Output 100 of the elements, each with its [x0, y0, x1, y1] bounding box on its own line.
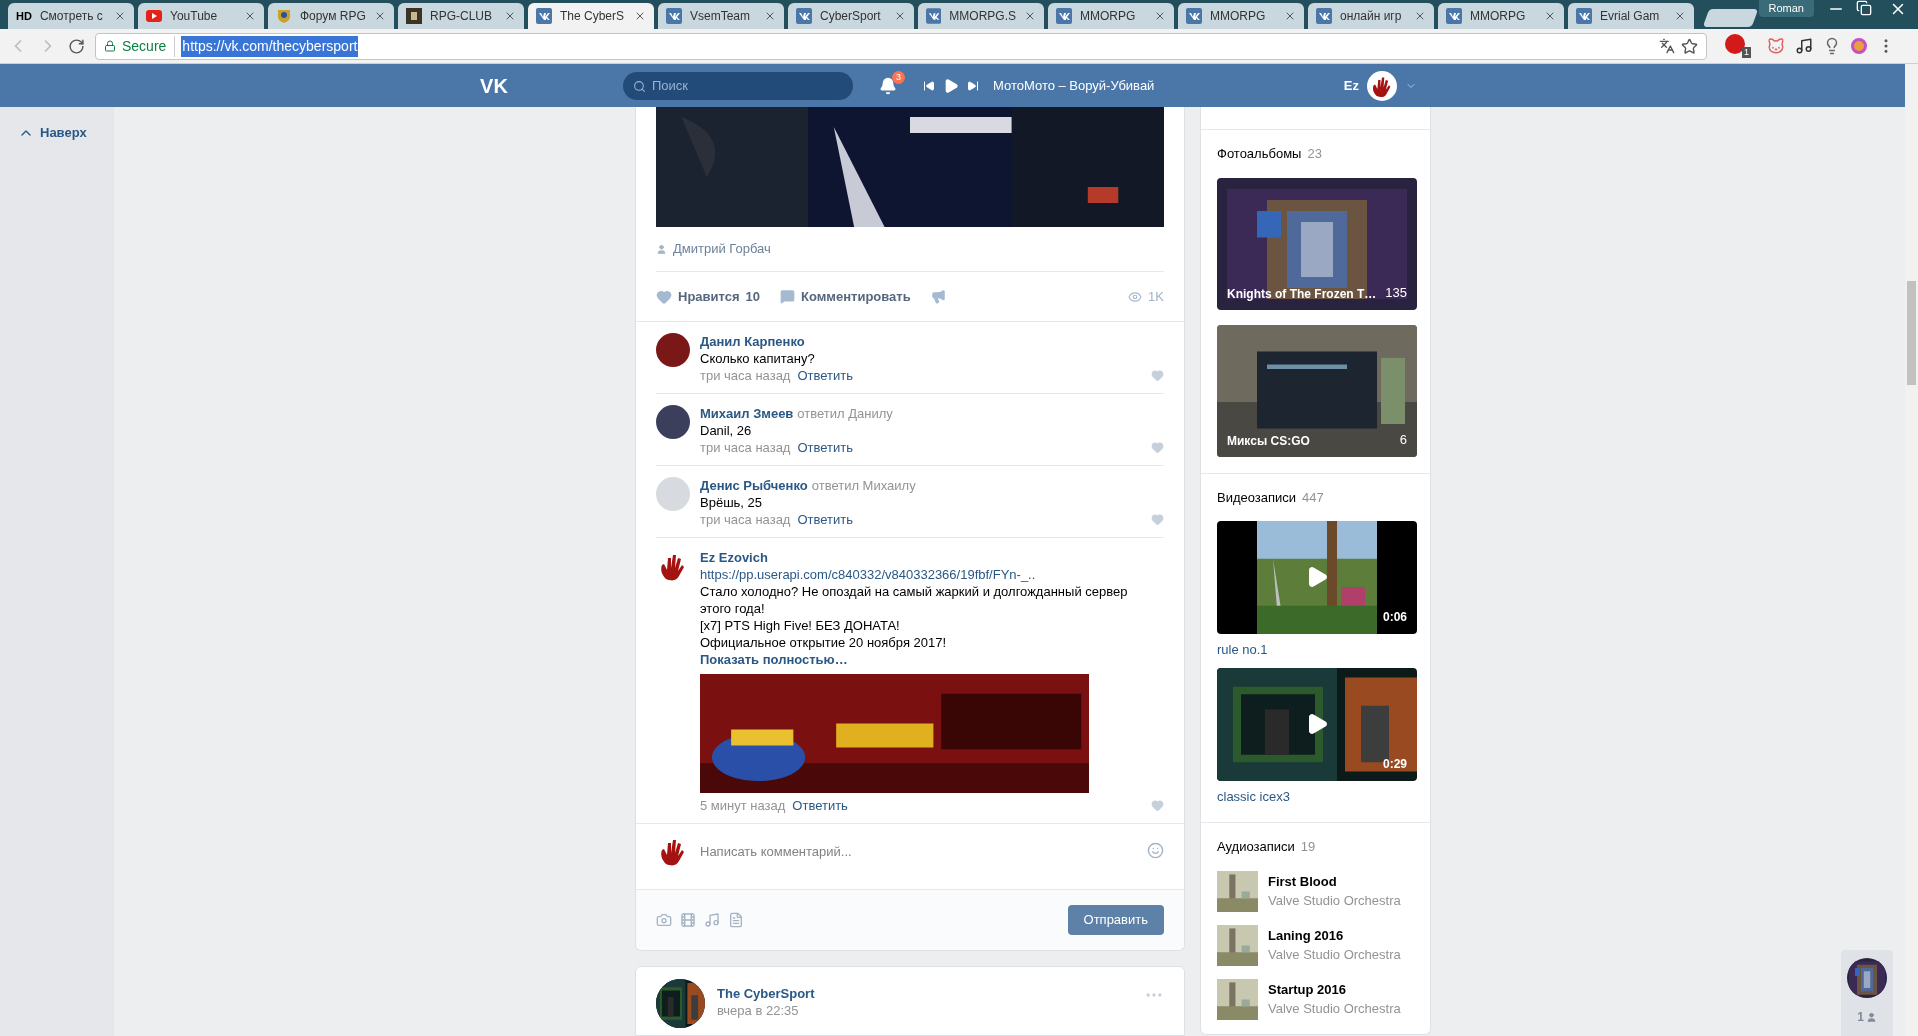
album-title: Миксы CS:GO [1227, 432, 1310, 450]
close-icon[interactable] [114, 10, 126, 22]
comment-button[interactable]: Комментировать [801, 286, 911, 307]
user-name[interactable]: Ez [1343, 75, 1359, 96]
tab-title: MMORPG.S [949, 8, 1016, 25]
like-button[interactable]: Нравится [678, 286, 740, 307]
browser-tab[interactable]: MMORPG [1438, 3, 1564, 29]
music-icon[interactable] [1795, 37, 1813, 55]
vk-logo[interactable]: VK [474, 70, 514, 101]
close-icon[interactable] [1024, 10, 1036, 22]
browser-tab[interactable]: RPG-CLUB [398, 3, 524, 29]
author-link[interactable]: Данил Карпенко [700, 333, 805, 350]
reply-link[interactable]: Ответить [797, 439, 854, 456]
tab-title: CyberSport [820, 8, 881, 25]
browser-tab[interactable]: онлайн игр [1308, 3, 1434, 29]
video-thumbnail[interactable]: 0:29 [1217, 667, 1417, 781]
adblock-icon[interactable] [1725, 34, 1745, 54]
online-count: 1 [1857, 1009, 1864, 1026]
comment-time: 5 минут назад [700, 797, 786, 814]
vk-icon [536, 8, 552, 24]
close-icon[interactable] [1284, 10, 1296, 22]
vk-icon [1316, 8, 1332, 24]
track-artist: Valve Studio Orchestra [1268, 1000, 1401, 1018]
post-author-link[interactable]: The CyberSport [717, 985, 815, 1002]
browser-tab[interactable]: MMORPG.S [918, 3, 1044, 29]
reply-link[interactable]: Ответить [797, 367, 854, 384]
previous-icon[interactable] [923, 79, 935, 92]
album-tile[interactable]: Миксы CS:GO 6 [1217, 324, 1417, 457]
video-duration: 0:29 [1382, 755, 1407, 773]
reply-link[interactable]: Ответить [797, 511, 854, 528]
send-button[interactable]: Отправить [1067, 905, 1164, 935]
close-icon[interactable] [764, 10, 776, 22]
browser-tab[interactable]: MMORPG [1048, 3, 1174, 29]
back-to-top-button[interactable]: Наверх [18, 123, 87, 143]
translate-icon[interactable] [1659, 38, 1675, 54]
browser-tab[interactable]: Форум RPG [268, 3, 394, 29]
views-icon [1128, 289, 1143, 304]
browser-tab[interactable]: The CyberS [528, 3, 654, 29]
browser-tab[interactable]: YouTube [138, 3, 264, 29]
video-title[interactable]: classic icex3 [1217, 786, 1414, 806]
comment-input[interactable]: Написать комментарий... [700, 840, 1137, 862]
reply-note: ответил Михаилу [811, 477, 916, 494]
close-icon[interactable] [1674, 10, 1686, 22]
album-count: 135 [1385, 284, 1407, 302]
close-icon[interactable] [1414, 10, 1426, 22]
author-link[interactable]: Ez Ezovich [700, 549, 768, 566]
url-text: https://vk.com/thecybersport [181, 35, 359, 57]
album-title: Knights of The Frozen T… [1227, 285, 1377, 303]
search-icon [633, 79, 646, 93]
notifications-icon[interactable] [879, 76, 897, 95]
section-count: 19 [1300, 838, 1316, 856]
comment-text: [x7] PTS High Five! БЕЗ ДОНАТА! [700, 617, 901, 634]
track-title[interactable]: First Blood [1268, 872, 1401, 891]
reply-link[interactable]: Ответить [792, 797, 848, 814]
now-playing[interactable]: МотоМото – Воруй-Убивай [993, 75, 1155, 96]
reload-icon[interactable] [68, 37, 85, 55]
vk-icon [926, 8, 942, 24]
photo-author-link[interactable]: Дмитрий Горбач [673, 239, 771, 259]
notification-count: 3 [892, 70, 905, 84]
browser-tab[interactable]: Evrial Gam [1568, 3, 1694, 29]
close-icon[interactable] [1544, 10, 1556, 22]
address-field[interactable]: Secure https://vk.com/thecybersport [95, 32, 1707, 60]
new-tab-button[interactable] [1702, 9, 1758, 27]
comment-text: Официальное открытие 20 ноября 2017! [700, 634, 948, 651]
bookmark-icon[interactable] [1681, 37, 1698, 55]
close-icon[interactable] [504, 10, 516, 22]
search-field[interactable]: Поиск [623, 71, 853, 100]
browser-tab[interactable]: CyberSport [788, 3, 914, 29]
section-title[interactable]: Аудиозаписи [1217, 837, 1295, 857]
vk-icon [1056, 8, 1072, 24]
close-icon[interactable] [374, 10, 386, 22]
track-title[interactable]: Laning 2016 [1268, 926, 1401, 945]
tab-title: RPG-CLUB [430, 8, 492, 25]
show-more-link[interactable]: Показать полностью… [700, 651, 1164, 668]
browser-tab[interactable]: VsemTeam [658, 3, 784, 29]
track-artist: Valve Studio Orchestra [1268, 892, 1401, 910]
section-title[interactable]: Видеозаписи [1217, 487, 1297, 507]
track-title[interactable]: Startup 2016 [1268, 980, 1401, 999]
profile-button[interactable]: Roman [1758, 0, 1814, 17]
close-icon[interactable] [244, 10, 256, 22]
section-title[interactable]: Фотоальбомы [1217, 144, 1302, 164]
close-icon[interactable] [894, 10, 906, 22]
video-title[interactable]: rule no.1 [1217, 640, 1414, 660]
author-link[interactable]: Михаил Змеев [700, 405, 794, 422]
user-icon [656, 243, 667, 255]
close-icon[interactable] [634, 10, 646, 22]
vk-icon [1186, 8, 1202, 24]
next-icon[interactable] [967, 79, 979, 92]
like-count: 10 [745, 287, 761, 306]
tab-title: Форум RPG [300, 8, 366, 25]
album-tile[interactable]: Knights of The Frozen T… 135 [1217, 177, 1417, 310]
author-link[interactable]: Денис Рыбченко [700, 477, 808, 494]
video-thumbnail[interactable]: 0:06 [1217, 521, 1417, 634]
cat-icon[interactable] [1767, 37, 1785, 55]
comment-link[interactable]: https://pp.userapi.com/c840332/v840332366/19fbf/FYn-_.. [700, 566, 1164, 583]
browser-tab[interactable]: HD Смотреть с [8, 3, 134, 29]
lock-icon [104, 40, 116, 52]
close-icon[interactable] [1154, 10, 1166, 22]
browser-tab[interactable]: MMORPG [1178, 3, 1304, 29]
tab-title: MMORPG [1210, 8, 1266, 25]
